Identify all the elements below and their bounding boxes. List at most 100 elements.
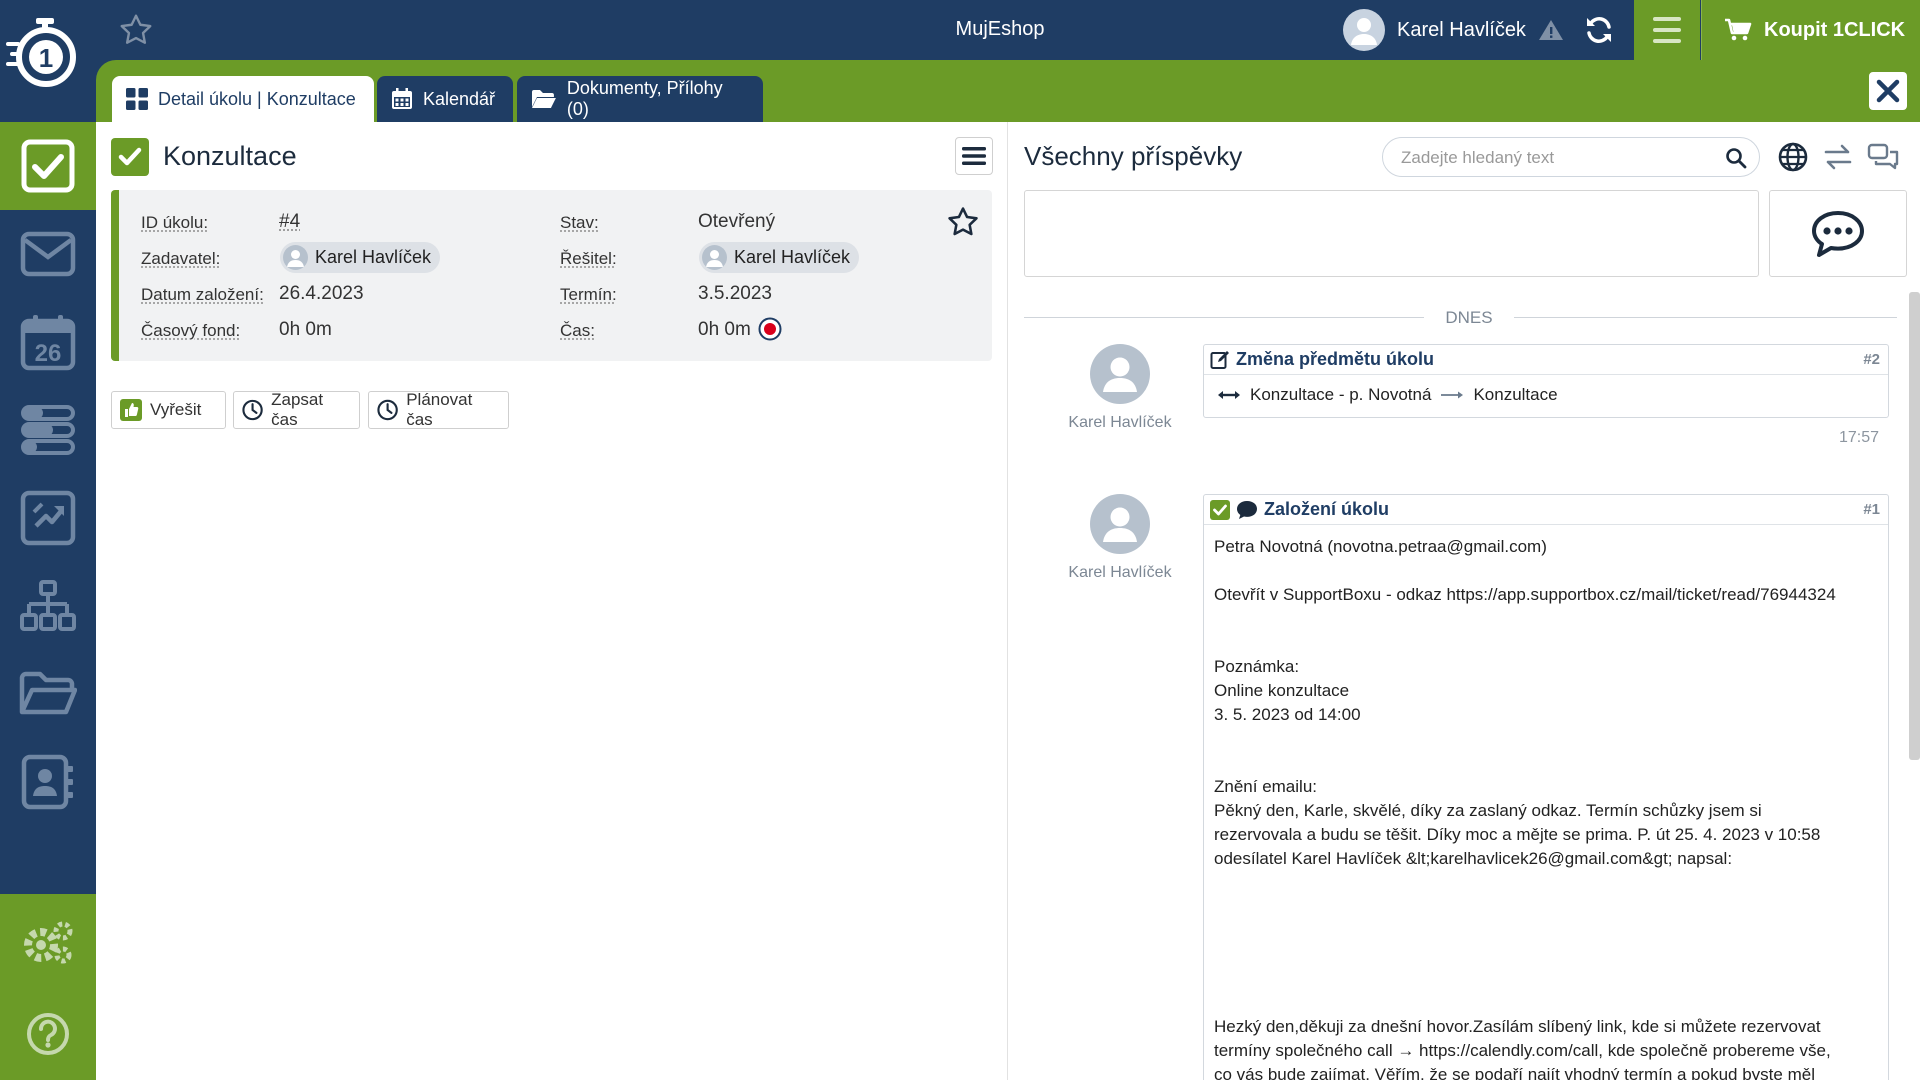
send-post-button[interactable] bbox=[1769, 190, 1907, 277]
swap-icon[interactable] bbox=[1821, 140, 1855, 174]
sidebar-item-mail[interactable] bbox=[0, 210, 96, 298]
calendar-26-icon: 26 bbox=[20, 313, 76, 371]
help-icon bbox=[25, 1011, 71, 1057]
posts-scrollbar[interactable] bbox=[1909, 292, 1920, 760]
avatar[interactable] bbox=[1090, 494, 1150, 554]
sidebar-item-tasks[interactable] bbox=[0, 122, 96, 210]
subject-change-line: Konzultace - p. Novotná Konzultace bbox=[1204, 375, 1888, 405]
post-number: #2 bbox=[1863, 351, 1880, 368]
tab-label: Dokumenty, Přílohy (0) bbox=[567, 78, 749, 120]
resolve-button[interactable]: Vyřešit bbox=[111, 391, 226, 429]
new-post-textarea[interactable] bbox=[1024, 190, 1759, 277]
user-icon bbox=[283, 245, 308, 270]
sidebar-item-calendar[interactable]: 26 bbox=[0, 298, 96, 386]
record-timer-icon[interactable] bbox=[758, 317, 782, 341]
stopwatch-1-logo-icon: 1 bbox=[0, 0, 96, 122]
subject-old: Konzultace - p. Novotná bbox=[1250, 385, 1431, 405]
posts-title: Všechny příspěvky bbox=[1024, 141, 1242, 172]
workflow-icon bbox=[20, 490, 76, 546]
log-time-label: Zapsat čas bbox=[271, 390, 351, 430]
post-header: Změna předmětu úkolu #2 bbox=[1204, 345, 1888, 375]
log-time-button[interactable]: Zapsat čas bbox=[233, 391, 360, 429]
stav-value[interactable]: Otevřený bbox=[698, 211, 775, 233]
sidebar-item-contacts[interactable] bbox=[0, 738, 96, 826]
zadavatel-label: Zadavatel: bbox=[141, 249, 220, 269]
avatar[interactable] bbox=[1090, 344, 1150, 404]
folder-icon bbox=[19, 670, 77, 718]
arrow-right-icon bbox=[1441, 389, 1463, 401]
datum-label: Datum založení: bbox=[141, 285, 264, 305]
plan-time-label: Plánovat čas bbox=[406, 390, 500, 430]
tab-calendar[interactable]: Kalendář bbox=[377, 76, 513, 122]
day-separator: DNES bbox=[1024, 306, 1897, 330]
check-icon bbox=[116, 143, 144, 171]
resitel-chip[interactable]: Karel Havlíček bbox=[699, 242, 859, 273]
sidebar-item-settings[interactable] bbox=[0, 898, 96, 986]
user-avatar[interactable] bbox=[1343, 9, 1385, 51]
tab-bar-corner bbox=[96, 60, 116, 80]
user-icon bbox=[702, 245, 727, 270]
id-value[interactable]: #4 bbox=[279, 211, 300, 233]
subject-new: Konzultace bbox=[1473, 385, 1557, 405]
sidebar-item-help[interactable] bbox=[0, 990, 96, 1078]
mail-icon bbox=[20, 230, 76, 278]
search-icon[interactable] bbox=[1725, 147, 1747, 169]
globe-icon[interactable] bbox=[1776, 140, 1810, 174]
user-name[interactable]: Karel Havlíček bbox=[1397, 19, 1526, 42]
settings-icon bbox=[21, 919, 75, 965]
avatar bbox=[283, 245, 308, 270]
contacts-icon bbox=[21, 754, 75, 810]
resitel-name: Karel Havlíček bbox=[734, 247, 850, 268]
tab-label: Detail úkolu | Konzultace bbox=[158, 89, 356, 110]
tab-documents[interactable]: Dokumenty, Přílohy (0) bbox=[517, 76, 763, 122]
resolve-label: Vyřešit bbox=[150, 400, 201, 420]
folder-open-icon bbox=[531, 89, 557, 109]
org-chart-icon bbox=[20, 579, 76, 633]
post-time: 17:57 bbox=[1839, 429, 1879, 447]
main-menu-button[interactable] bbox=[1634, 0, 1700, 60]
sidebar-item-servers[interactable] bbox=[0, 386, 96, 474]
clock-icon bbox=[377, 399, 398, 421]
post-author[interactable]: Karel Havlíček bbox=[1055, 414, 1185, 432]
close-button[interactable] bbox=[1869, 72, 1907, 110]
sidebar-item-workflow[interactable] bbox=[0, 474, 96, 562]
sidebar-item-org-chart[interactable] bbox=[0, 562, 96, 650]
user-icon bbox=[1090, 494, 1150, 554]
clock-icon bbox=[242, 399, 263, 421]
cas-label: Čas: bbox=[560, 321, 595, 341]
sync-icon[interactable] bbox=[1583, 14, 1615, 46]
favorite-star-icon[interactable] bbox=[118, 12, 154, 48]
post-number: #1 bbox=[1863, 501, 1880, 518]
favorite-star-icon[interactable] bbox=[946, 205, 980, 239]
plan-time-button[interactable]: Plánovat čas bbox=[368, 391, 509, 429]
termin-value[interactable]: 3.5.2023 bbox=[698, 283, 772, 305]
tasks-check-icon bbox=[20, 138, 76, 194]
edit-icon bbox=[1210, 350, 1230, 370]
hamburger-icon bbox=[962, 146, 986, 166]
zadavatel-chip[interactable]: Karel Havlíček bbox=[280, 242, 440, 273]
resitel-label: Řešitel: bbox=[560, 249, 617, 269]
comments-icon[interactable] bbox=[1866, 140, 1900, 174]
check-icon bbox=[1210, 500, 1230, 520]
comment-icon bbox=[1236, 500, 1258, 520]
servers-icon bbox=[20, 404, 76, 456]
fond-label: Časový fond: bbox=[141, 321, 240, 341]
chat-bubble-icon bbox=[1810, 209, 1866, 259]
warning-icon[interactable] bbox=[1538, 18, 1564, 42]
post-title: Založení úkolu bbox=[1264, 499, 1389, 520]
task-menu-button[interactable] bbox=[955, 137, 993, 175]
post-subject-change: Změna předmětu úkolu #2 Konzultace - p. … bbox=[1203, 344, 1889, 418]
sidebar-item-folder[interactable] bbox=[0, 650, 96, 738]
post-author[interactable]: Karel Havlíček bbox=[1055, 564, 1185, 582]
tab-task-detail[interactable]: Detail úkolu | Konzultace bbox=[112, 76, 374, 122]
tab-label: Kalendář bbox=[423, 89, 495, 110]
calendar-icon bbox=[391, 88, 413, 110]
task-done-checkbox[interactable] bbox=[111, 138, 149, 176]
post-header: Založení úkolu #1 bbox=[1204, 495, 1888, 525]
task-info-box bbox=[111, 190, 992, 361]
buy-1click-button[interactable]: Koupit 1CLICK bbox=[1701, 0, 1920, 60]
calendar-day-number: 26 bbox=[35, 340, 62, 367]
post-body: Petra Novotná (novotna.petraa@gmail.com)… bbox=[1204, 525, 1888, 1080]
app-logo[interactable]: 1 bbox=[0, 0, 96, 122]
search-input[interactable] bbox=[1401, 146, 1721, 170]
